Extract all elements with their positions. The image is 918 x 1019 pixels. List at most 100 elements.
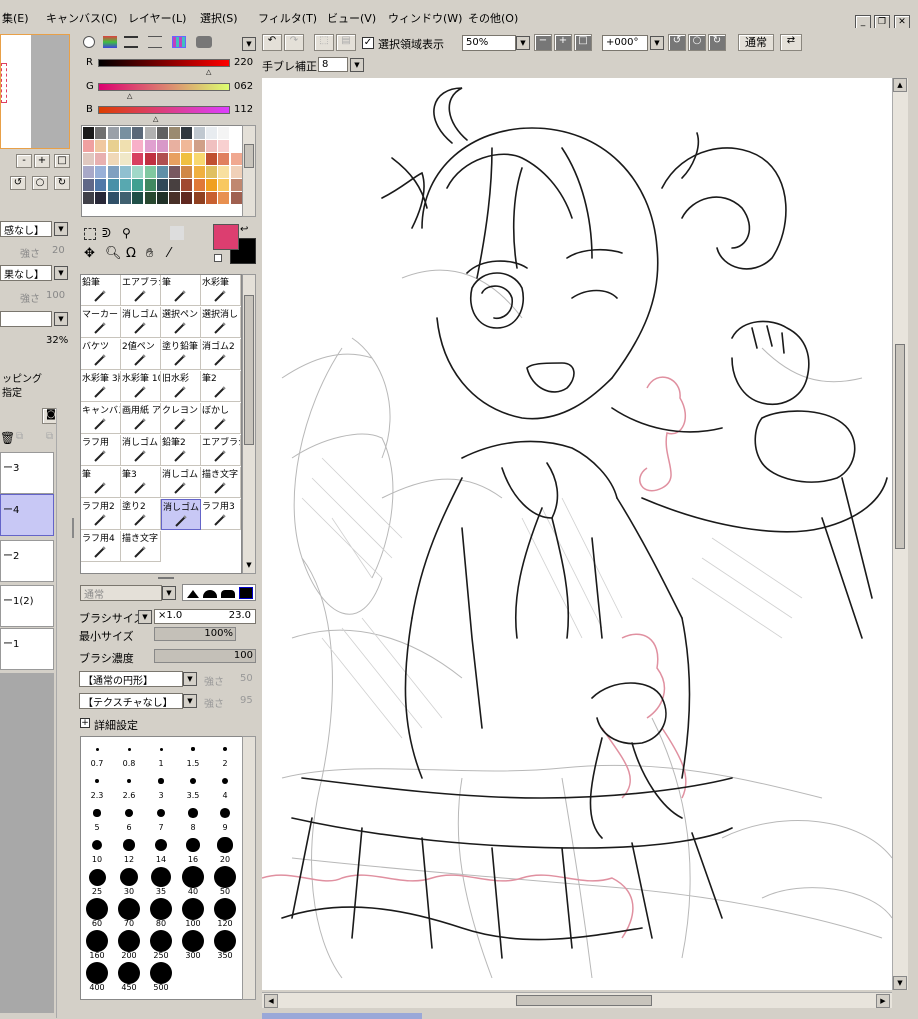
shape-strength-value[interactable]: 50 (240, 673, 253, 684)
palette-swatch[interactable] (230, 127, 242, 139)
blend-mode-select[interactable] (0, 311, 52, 327)
palette-swatch[interactable] (181, 179, 193, 191)
layer-item[interactable]: ー1(2) (0, 585, 54, 627)
zoom-out-button[interactable]: - (16, 154, 32, 168)
undo-button[interactable]: ↶ (262, 34, 282, 51)
foreground-color-swatch[interactable] (213, 224, 239, 250)
brush-size-preset[interactable]: 250 (145, 929, 177, 961)
palette-swatch[interactable] (206, 192, 217, 204)
tool-slot[interactable]: 筆3 (121, 467, 161, 498)
brush-size-preset[interactable]: 30 (113, 865, 145, 897)
palette-swatch[interactable] (181, 166, 193, 178)
palette-swatch[interactable] (107, 140, 119, 152)
chevron-down-icon[interactable]: ▼ (183, 672, 197, 686)
brush-size-preset[interactable]: 70 (113, 897, 145, 929)
brush-size-preset[interactable]: 2 (209, 737, 241, 769)
palette-swatch[interactable] (169, 153, 181, 165)
zoom-select[interactable]: 50% (462, 35, 516, 51)
brush-size-preset[interactable]: 350 (209, 929, 241, 961)
rotate-right-button[interactable]: ↻ (708, 34, 726, 51)
invert-selection-button[interactable]: ▤ (336, 34, 356, 51)
tool-slot[interactable]: 塗り2 (121, 499, 161, 530)
paper-texture-select[interactable]: 感なし】 (0, 221, 52, 237)
palette-swatch[interactable] (144, 140, 156, 152)
expand-icon[interactable]: + (80, 718, 90, 728)
palette-swatch[interactable] (206, 179, 217, 191)
chevron-down-icon[interactable]: ▼ (54, 312, 68, 326)
chevron-down-icon[interactable]: ▼ (54, 266, 68, 280)
brush-size-preset[interactable]: 9 (209, 801, 241, 833)
brush-shape-select[interactable]: 【通常の円形】 (79, 671, 183, 687)
rotate-left-button[interactable]: ↺ (10, 176, 26, 190)
stabilizer-select[interactable]: 8 (318, 57, 348, 72)
palette-swatch[interactable] (95, 127, 107, 139)
tool-slot[interactable]: 消しゴム (121, 307, 161, 338)
tool-slot[interactable]: エアブラシ (201, 435, 241, 466)
brush-blend-select[interactable]: 通常 (80, 585, 162, 601)
brush-size-preset[interactable]: 8 (177, 801, 209, 833)
brush-size-preset[interactable]: 50 (209, 865, 241, 897)
effect-strength-value[interactable]: 100 (46, 290, 65, 301)
brush-size-preset[interactable]: 7 (145, 801, 177, 833)
color-palette[interactable] (81, 125, 243, 217)
palette-swatch[interactable] (83, 192, 94, 204)
scroll-right-icon[interactable]: ▶ (876, 994, 890, 1008)
palette-swatch[interactable] (193, 127, 205, 139)
chevron-down-icon[interactable]: ▼ (183, 694, 197, 708)
layer-merge-icon[interactable]: ⧉ (46, 431, 53, 442)
brush-size-preset[interactable]: 1.5 (177, 737, 209, 769)
palette-swatch[interactable] (230, 166, 242, 178)
menu-view[interactable]: ビュー(V) (327, 10, 376, 26)
green-value[interactable]: 062 (234, 81, 253, 92)
tool-slot[interactable]: 2値ペン (121, 339, 161, 370)
zoom-reset-button[interactable]: □ (574, 34, 592, 51)
brush-size-preset[interactable]: 100 (177, 897, 209, 929)
reset-colors-icon[interactable] (214, 254, 222, 262)
brush-size-preset[interactable]: 10 (81, 833, 113, 865)
brush-size-preset[interactable]: 40 (177, 865, 209, 897)
zoom-reset-button[interactable]: □ (54, 154, 70, 168)
brush-size-preset[interactable]: 25 (81, 865, 113, 897)
layer-item[interactable]: ー2 (0, 540, 54, 582)
layer-item[interactable]: ー3 (0, 452, 54, 494)
navigator-preview[interactable] (0, 34, 70, 149)
palette-swatch[interactable] (83, 127, 94, 139)
navigator-view-rect[interactable] (1, 63, 7, 103)
brush-size-preset[interactable]: 2.6 (113, 769, 145, 801)
tool-slot[interactable]: 選択消し (201, 307, 241, 338)
tool-slot[interactable]: 鉛筆2 (161, 435, 201, 466)
rect-select-icon[interactable] (84, 228, 96, 240)
scroll-left-icon[interactable]: ◀ (264, 994, 278, 1008)
panel-splitter[interactable] (72, 518, 74, 538)
rotate-right-button[interactable]: ↻ (54, 176, 70, 190)
effect-select[interactable]: 果なし】 (0, 265, 52, 281)
palette-swatch[interactable] (156, 140, 168, 152)
tool-slot[interactable]: 筆2 (201, 371, 241, 402)
palette-swatch[interactable] (206, 153, 217, 165)
palette-swatch[interactable] (83, 153, 94, 165)
palette-swatch[interactable] (181, 127, 193, 139)
tool-slot[interactable]: 選択ペン (161, 307, 201, 338)
brush-size-preset[interactable]: 1 (145, 737, 177, 769)
palette-swatch[interactable] (132, 127, 144, 139)
palette-swatch[interactable] (144, 179, 156, 191)
move-icon[interactable]: ✥ (84, 246, 95, 261)
advanced-settings-label[interactable]: 詳細設定 (94, 717, 138, 733)
brush-size-preset[interactable]: 14 (145, 833, 177, 865)
tool-slot[interactable]: ラフ用2 (81, 499, 121, 530)
hsv-slider-icon[interactable] (124, 36, 138, 48)
brush-tip-flat-icon[interactable] (239, 587, 253, 599)
trash-icon[interactable]: 🗑 (0, 431, 15, 445)
palette-swatch[interactable] (169, 127, 181, 139)
palette-swatch[interactable] (230, 140, 242, 152)
selection-show-checkbox[interactable]: ✓ (362, 37, 374, 49)
blue-slider[interactable] (98, 106, 230, 114)
tool-slot[interactable]: 水彩筆 10版 (121, 371, 161, 402)
brush-size-preset[interactable]: 120 (209, 897, 241, 929)
vertical-scroll-thumb[interactable] (895, 344, 905, 549)
palette-swatch[interactable] (169, 179, 181, 191)
brush-size-preset[interactable]: 200 (113, 929, 145, 961)
brush-size-preset[interactable]: 6 (113, 801, 145, 833)
chevron-down-icon[interactable]: ▼ (242, 37, 256, 51)
horizontal-scrollbar[interactable]: ◀ ▶ (262, 992, 892, 1008)
